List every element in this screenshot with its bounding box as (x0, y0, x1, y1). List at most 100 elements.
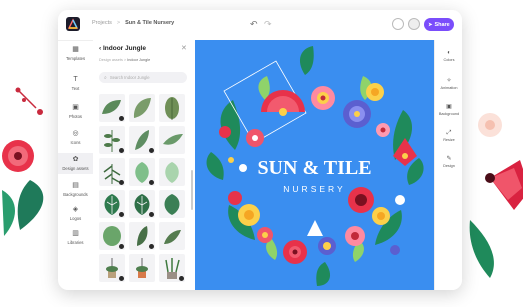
design-icon: ✎ (446, 156, 452, 162)
panel-breadcrumb-parent[interactable]: Design assets (99, 58, 123, 62)
photos-icon: ▣ (72, 104, 79, 111)
nav-backgrounds[interactable]: ▤ Backgrounds (58, 182, 93, 197)
asset-tile[interactable] (129, 94, 155, 122)
add-badge-icon (149, 212, 154, 217)
asset-tile[interactable] (99, 190, 125, 218)
share-icon: ➤ (428, 21, 433, 28)
share-label: Share (434, 21, 450, 28)
tool-label: Resize (443, 138, 455, 142)
panel-breadcrumb-current: Indoor Jungle (127, 58, 151, 62)
tool-resize[interactable]: ⤢ Resize (435, 130, 462, 142)
search-input[interactable]: ⌕ Search Indoor Jungle (99, 72, 187, 83)
breadcrumb: Projects > Sun & Tile Nursery (92, 20, 174, 26)
panel-scrollbar[interactable] (191, 170, 193, 210)
background-icon: ▣ (446, 104, 452, 110)
breadcrumb-projects-link[interactable]: Projects (92, 20, 112, 26)
asset-tile[interactable] (129, 190, 155, 218)
tool-label: Colors (443, 58, 455, 62)
nav-logos[interactable]: ◈ Logos (58, 206, 93, 221)
nav-label: Text (71, 86, 80, 91)
canvas-headline[interactable]: SUN & TILE (257, 157, 371, 179)
add-badge-icon (119, 116, 124, 121)
add-badge-icon (119, 148, 124, 153)
asset-tile[interactable] (99, 94, 125, 122)
asset-tile[interactable] (159, 222, 185, 250)
right-toolbar: ◐ Colors ✧ Animation ▣ Background ⤢ Resi… (434, 40, 462, 290)
text-icon: T (73, 76, 78, 83)
canvas-subline[interactable]: NURSERY (283, 184, 345, 194)
project-name[interactable]: Sun & Tile Nursery (125, 20, 174, 26)
breadcrumb-separator: > (116, 20, 121, 26)
floral-wreath-artwork: SUN & TILE NURSERY (206, 46, 424, 286)
left-navigation: ▦ Templates T Text ▣ Photos ◎ Icons ✿ De… (58, 40, 94, 290)
tool-design[interactable]: ✎ Design (435, 156, 462, 168)
nav-label: Backgrounds (63, 192, 88, 197)
animation-icon: ✧ (446, 78, 452, 84)
nav-photos[interactable]: ▣ Photos (58, 104, 93, 119)
asset-tile[interactable] (129, 222, 155, 250)
back-icon[interactable]: ‹ (99, 45, 101, 52)
tool-label: Background (438, 112, 460, 116)
add-badge-icon (179, 276, 184, 281)
asset-tile[interactable] (99, 158, 125, 186)
comments-icon[interactable] (392, 18, 404, 30)
tool-label: Design (443, 164, 455, 168)
redo-icon[interactable]: ↷ (264, 19, 272, 30)
asset-tile[interactable] (159, 126, 185, 154)
top-bar: Projects > Sun & Tile Nursery ↶ ↷ ➤ Shar… (58, 10, 462, 41)
templates-icon: ▦ (72, 46, 79, 53)
undo-icon[interactable]: ↶ (250, 19, 258, 30)
search-icon: ⌕ (104, 74, 107, 81)
add-badge-icon (119, 276, 124, 281)
palette-icon: ◐ (447, 50, 451, 56)
close-icon[interactable]: ✕ (181, 44, 187, 52)
add-badge-icon (119, 244, 124, 249)
asset-tile[interactable] (159, 94, 185, 122)
asset-tile[interactable] (159, 254, 185, 282)
asset-tile[interactable] (129, 126, 155, 154)
asset-tile[interactable] (159, 190, 185, 218)
add-badge-icon (149, 244, 154, 249)
editor-window: Projects > Sun & Tile Nursery ↶ ↷ ➤ Shar… (58, 10, 462, 290)
nav-label: Icons (70, 140, 81, 145)
nav-libraries[interactable]: ▥ Libraries (58, 230, 93, 245)
add-badge-icon (149, 180, 154, 185)
nav-label: Libraries (67, 240, 84, 245)
asset-tile[interactable] (99, 126, 125, 154)
panel-title-text: Indoor Jungle (102, 45, 146, 52)
user-avatar[interactable] (408, 18, 420, 30)
asset-tile[interactable] (129, 158, 155, 186)
icons-icon: ◎ (72, 130, 79, 137)
libraries-icon: ▥ (72, 230, 79, 237)
tool-background[interactable]: ▣ Background (435, 104, 462, 116)
tool-label: Animation (440, 86, 458, 90)
decorative-flowers-right (469, 113, 523, 278)
design-assets-icon: ✿ (72, 156, 79, 163)
add-badge-icon (119, 212, 124, 217)
nav-icons[interactable]: ◎ Icons (58, 130, 93, 145)
nav-label: Logos (69, 216, 82, 221)
app-logo-icon[interactable] (66, 17, 80, 31)
nav-design-assets[interactable]: ✿ Design assets (58, 153, 93, 174)
decorative-flowers-left (2, 87, 44, 236)
asset-tile[interactable] (159, 158, 185, 186)
resize-icon: ⤢ (446, 130, 452, 136)
design-canvas[interactable]: SUN & TILE NURSERY (195, 40, 434, 290)
asset-tile[interactable] (99, 222, 125, 250)
nav-label: Templates (65, 56, 86, 61)
add-badge-icon (119, 180, 124, 185)
nav-label: Photos (68, 114, 83, 119)
tool-colors[interactable]: ◐ Colors (435, 50, 462, 62)
add-badge-icon (149, 148, 154, 153)
panel-breadcrumb-separator: > (123, 58, 127, 62)
nav-templates[interactable]: ▦ Templates (58, 46, 93, 61)
asset-tile[interactable] (99, 254, 125, 282)
tool-animation[interactable]: ✧ Animation (435, 78, 462, 90)
search-placeholder: Search Indoor Jungle (109, 75, 150, 80)
panel-breadcrumb: Design assets > Indoor Jungle (99, 58, 150, 62)
share-button[interactable]: ➤ Share (424, 18, 454, 31)
asset-tile[interactable] (129, 254, 155, 282)
panel-title: ‹ Indoor Jungle (99, 45, 146, 52)
asset-panel: ‹ Indoor Jungle ✕ Design assets > Indoor… (93, 40, 196, 290)
nav-text[interactable]: T Text (58, 76, 93, 91)
